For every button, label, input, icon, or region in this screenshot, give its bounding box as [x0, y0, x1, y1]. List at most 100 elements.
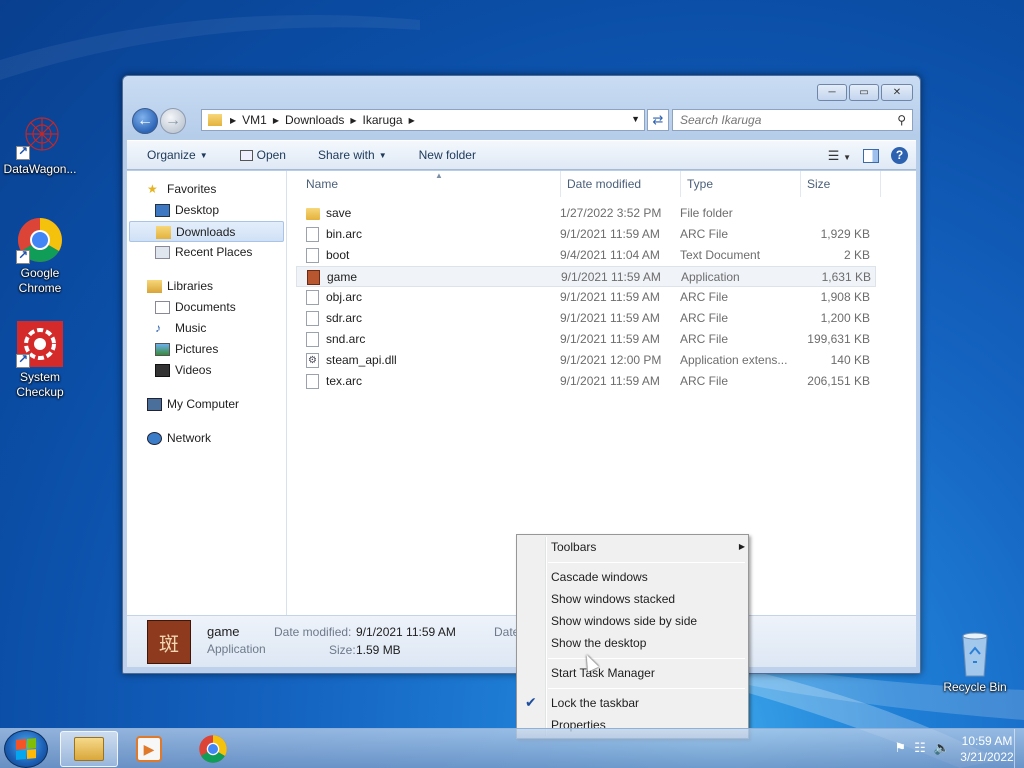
search-placeholder: Search Ikaruga: [680, 113, 762, 127]
taskbar[interactable]: ▶ ⚑ ☷ 🔈 10:59 AM 3/21/2022: [0, 728, 1024, 768]
back-button[interactable]: ←: [132, 108, 158, 134]
breadcrumb-vm1[interactable]: VM1: [236, 113, 273, 127]
recycle-bin-icon: [951, 630, 999, 678]
nav-network[interactable]: Network: [127, 428, 286, 449]
column-type[interactable]: Type: [681, 171, 801, 197]
text-file-icon: [306, 248, 319, 263]
search-input[interactable]: Search Ikaruga ⚲: [672, 109, 913, 131]
menu-item-start-task-manager[interactable]: Start Task Manager: [551, 663, 655, 683]
desktop-icon-datawagon[interactable]: DataWagon...: [0, 112, 80, 177]
windows-logo-icon: [16, 738, 36, 760]
menu-item-toolbars[interactable]: Toolbars ▶: [551, 537, 745, 557]
nav-downloads[interactable]: Downloads: [129, 221, 284, 242]
taskbar-media-player-button[interactable]: ▶: [120, 731, 178, 767]
desktop-icon-recycle-bin[interactable]: Recycle Bin: [935, 630, 1015, 695]
volume-icon[interactable]: 🔈: [934, 740, 950, 756]
dll-icon: [306, 350, 319, 371]
command-bar: Organize ▼ Open Share with ▼ New folder …: [127, 140, 916, 170]
computer-icon: [147, 398, 162, 411]
forward-arrow-icon: →: [165, 112, 181, 129]
help-icon[interactable]: ?: [891, 147, 908, 164]
open-label: Open: [256, 148, 286, 162]
submenu-arrow-icon: ▶: [738, 542, 745, 551]
start-button[interactable]: [4, 730, 48, 768]
file-icon: [306, 227, 319, 242]
nav-my-computer[interactable]: My Computer: [127, 394, 286, 415]
minimize-button[interactable]: ─: [817, 84, 847, 101]
file-row-bin-arc[interactable]: bin.arc 9/1/2021 11:59 AM ARC File 1,929…: [296, 224, 876, 245]
taskbar-chrome-button[interactable]: [184, 731, 242, 767]
file-type: Application: [681, 270, 740, 284]
taskbar-explorer-button[interactable]: [60, 731, 118, 767]
back-arrow-icon: ←: [137, 112, 153, 129]
open-button[interactable]: Open: [230, 148, 296, 162]
share-with-button[interactable]: Share with ▼: [308, 148, 397, 162]
address-dropdown-icon[interactable]: ▼: [631, 114, 640, 124]
nav-pictures[interactable]: Pictures: [127, 339, 286, 360]
file-row-game[interactable]: game 9/1/2021 11:59 AM Application 1,631…: [296, 266, 876, 287]
address-bar[interactable]: ▶ VM1 ▶ Downloads ▶ Ikaruga ▶ ▼: [201, 109, 645, 131]
nav-documents[interactable]: Documents: [127, 297, 286, 318]
breadcrumb-ikaruga[interactable]: Ikaruga: [357, 113, 409, 127]
view-options-icon[interactable]: ☰ ▼: [828, 148, 851, 164]
file-name: sdr.arc: [326, 311, 363, 325]
refresh-button[interactable]: ⇄: [647, 109, 669, 131]
details-size-label: Size:: [329, 643, 356, 657]
file-row-obj-arc[interactable]: obj.arc 9/1/2021 11:59 AM ARC File 1,908…: [296, 287, 876, 308]
nav-music[interactable]: ♪ Music: [127, 318, 286, 339]
downloads-folder-icon: [156, 226, 171, 239]
nav-desktop[interactable]: Desktop: [127, 200, 286, 221]
folder-icon: [208, 114, 222, 126]
nav-favorites[interactable]: ★ Favorites: [127, 179, 286, 200]
file-date: 9/4/2021 11:04 AM: [560, 248, 660, 262]
column-date-modified[interactable]: Date modified: [561, 171, 681, 197]
file-row-snd-arc[interactable]: snd.arc 9/1/2021 11:59 AM ARC File 199,6…: [296, 329, 876, 350]
show-desktop-button[interactable]: [1014, 729, 1024, 768]
media-player-icon: ▶: [136, 736, 162, 762]
game-thumbnail: 斑: [147, 620, 191, 664]
column-size[interactable]: Size: [801, 171, 881, 197]
new-folder-button[interactable]: New folder: [409, 148, 486, 162]
file-name: steam_api.dll: [326, 353, 397, 367]
file-size: 1,908 KB: [820, 290, 870, 304]
file-row-sdr-arc[interactable]: sdr.arc 9/1/2021 11:59 AM ARC File 1,200…: [296, 308, 876, 329]
details-date-value: 9/1/2021 11:59 AM: [356, 625, 456, 639]
menu-item-cascade-windows[interactable]: Cascade windows: [551, 567, 648, 587]
file-row-boot[interactable]: boot 9/4/2021 11:04 AM Text Document 2 K…: [296, 245, 876, 266]
file-size: 206,151 KB: [807, 374, 870, 388]
column-name[interactable]: Name ▲: [300, 171, 561, 197]
maximize-button[interactable]: ▭: [849, 84, 879, 101]
file-type: ARC File: [680, 311, 729, 325]
forward-button[interactable]: →: [160, 108, 186, 134]
menu-item-show-the-desktop[interactable]: Show the desktop: [551, 633, 646, 653]
file-date: 9/1/2021 11:59 AM: [561, 270, 661, 284]
network-status-icon[interactable]: ☷: [914, 740, 926, 756]
desktop-icon-system-checkup[interactable]: System Checkup: [0, 320, 80, 400]
column-label: Size: [807, 177, 831, 191]
chrome-icon: [199, 735, 227, 763]
menu-item-show-windows-side-by-side[interactable]: Show windows side by side: [551, 611, 697, 631]
nav-label: Network: [167, 431, 212, 445]
file-size: 1,200 KB: [820, 311, 870, 325]
file-row-save[interactable]: save 1/27/2022 3:52 PM File folder: [296, 203, 876, 224]
nav-videos[interactable]: Videos: [127, 360, 286, 381]
nav-recent-places[interactable]: Recent Places: [127, 242, 286, 263]
column-label: Date modified: [567, 177, 642, 191]
action-center-flag-icon[interactable]: ⚑: [895, 740, 907, 756]
desktop-icon-label: Recycle Bin: [943, 680, 1007, 694]
breadcrumb-separator-icon: ▶: [408, 115, 415, 125]
menu-label: Toolbars: [551, 540, 597, 554]
file-row-tex-arc[interactable]: tex.arc 9/1/2021 11:59 AM ARC File 206,1…: [296, 371, 876, 392]
menu-item-show-windows-stacked[interactable]: Show windows stacked: [551, 589, 675, 609]
desktop-icon-google-chrome[interactable]: Google Chrome: [0, 216, 80, 296]
preview-pane-icon[interactable]: [863, 148, 879, 163]
clock[interactable]: 10:59 AM 3/21/2022: [950, 733, 1024, 765]
organize-button[interactable]: Organize ▼: [137, 148, 218, 162]
menu-item-lock-the-taskbar[interactable]: Lock the taskbar: [551, 693, 639, 713]
chevron-down-icon: ▼: [199, 150, 208, 160]
file-row-steam-api-dll[interactable]: steam_api.dll 9/1/2021 12:00 PM Applicat…: [296, 350, 876, 371]
new-folder-label: New folder: [418, 148, 476, 162]
close-button[interactable]: ✕: [881, 84, 913, 101]
nav-libraries[interactable]: Libraries: [127, 276, 286, 297]
breadcrumb-downloads[interactable]: Downloads: [279, 113, 350, 127]
